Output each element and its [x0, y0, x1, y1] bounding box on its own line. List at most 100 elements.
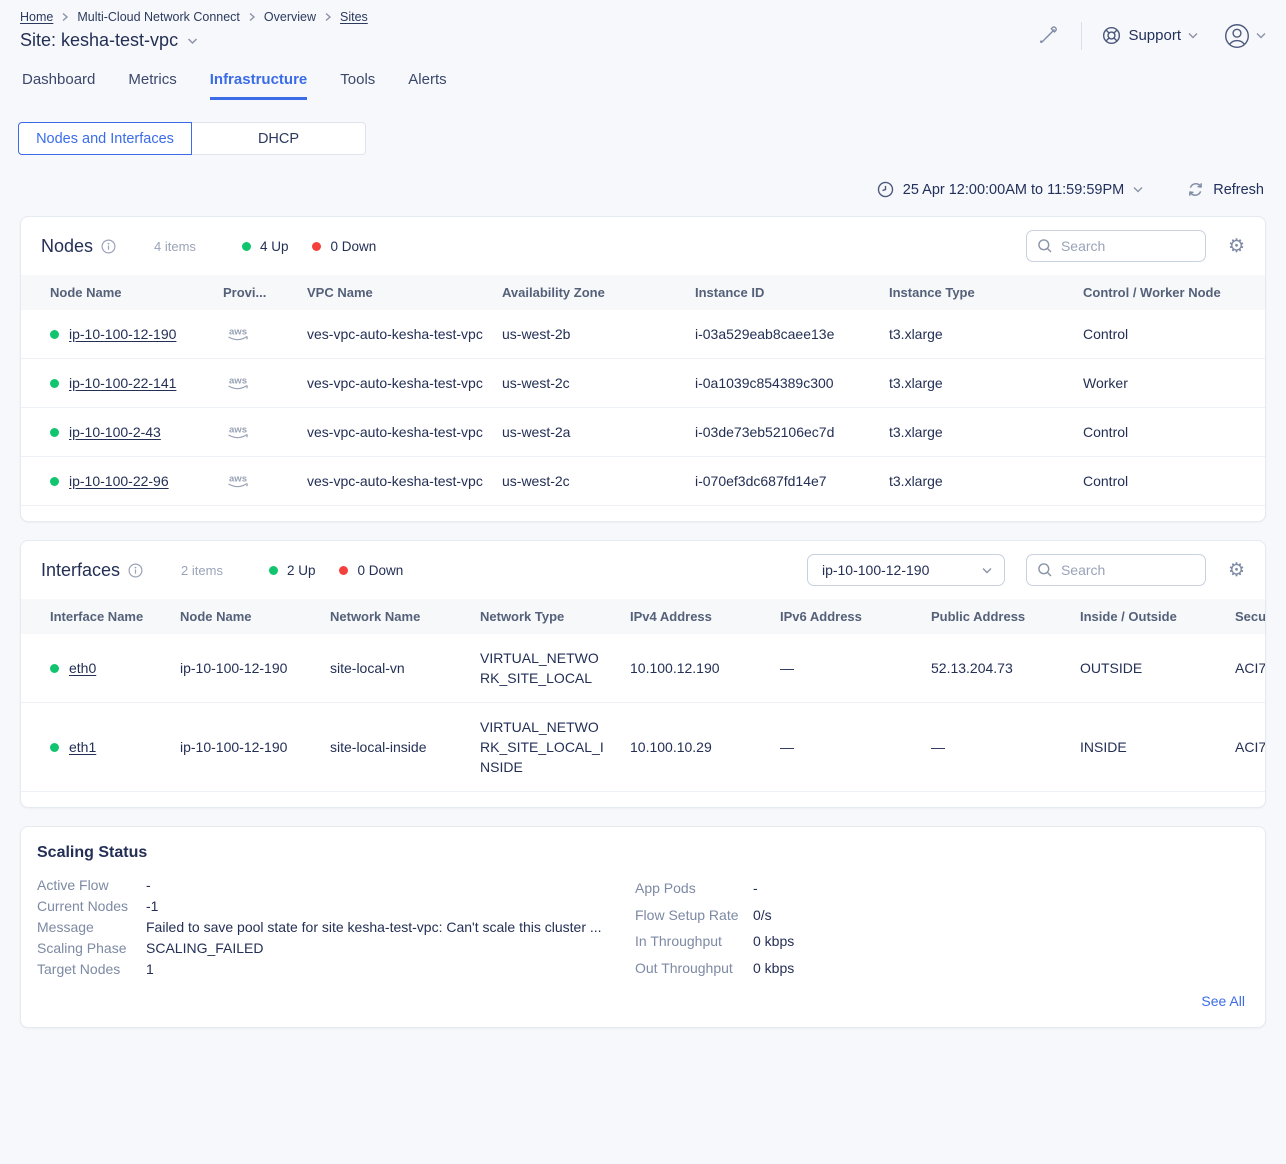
tab-infrastructure[interactable]: Infrastructure	[210, 71, 308, 100]
scaling-field: Out Throughput0 kbps	[635, 955, 794, 982]
public-address: 52.13.204.73	[931, 634, 1080, 703]
node-name: ip-10-100-12-190	[180, 703, 330, 792]
tab-dashboard[interactable]: Dashboard	[22, 71, 95, 100]
aws-logo-icon: aws	[223, 471, 307, 491]
ipv4-address: 10.100.10.29	[630, 703, 780, 792]
nodes-search-input[interactable]	[1061, 238, 1195, 254]
node-role: Control	[1083, 457, 1265, 506]
scaling-field: Current Nodes-1	[37, 896, 635, 917]
tab-metrics[interactable]: Metrics	[128, 71, 176, 100]
scaling-field: Active Flow-	[37, 875, 635, 896]
tab-tools[interactable]: Tools	[340, 71, 375, 100]
chevron-right-icon	[61, 12, 69, 22]
svg-text:aws: aws	[229, 425, 247, 436]
chevron-right-icon	[324, 12, 332, 22]
scaling-status-title: Scaling Status	[37, 844, 1245, 862]
interface-link[interactable]: eth0	[69, 660, 96, 676]
ipv4-address: 10.100.12.190	[630, 634, 780, 703]
chevron-right-icon	[248, 12, 256, 22]
inside-outside: INSIDE	[1080, 703, 1235, 792]
search-icon	[1037, 562, 1053, 578]
col-availability-zone: Availability Zone	[502, 275, 695, 310]
chevron-down-icon	[982, 567, 992, 574]
breadcrumb-overview: Overview	[264, 10, 316, 24]
clock-icon	[877, 181, 894, 198]
gear-icon[interactable]: ⚙	[1228, 561, 1245, 580]
info-icon[interactable]	[128, 563, 143, 578]
node-link[interactable]: ip-10-100-12-190	[69, 326, 176, 342]
search-icon	[1037, 238, 1053, 254]
nodes-table-header: Node Name Provi... VPC Name Availability…	[21, 275, 1265, 310]
col-network-name: Network Name	[330, 599, 480, 634]
availability-zone: us-west-2c	[502, 359, 695, 408]
green-status-dot	[50, 330, 59, 339]
see-all-link[interactable]: See All	[1201, 993, 1245, 1009]
scaling-status-panel: Scaling Status Active Flow- Current Node…	[20, 826, 1266, 1028]
vpc-name: ves-vpc-auto-kesha-test-vpc	[307, 471, 483, 491]
page-title: Site: kesha-test-vpc	[20, 30, 178, 51]
instance-type: t3.xlarge	[889, 408, 1083, 457]
refresh-button[interactable]: Refresh	[1187, 181, 1264, 198]
info-icon[interactable]	[101, 239, 116, 254]
aws-logo-icon: aws	[223, 324, 307, 344]
col-node-name: Node Name	[180, 599, 330, 634]
chevron-down-icon	[1133, 186, 1143, 193]
green-status-dot	[242, 242, 251, 251]
nodes-table: Node Name Provi... VPC Name Availability…	[21, 275, 1265, 506]
interface-link[interactable]: eth1	[69, 739, 96, 755]
support-label: Support	[1128, 27, 1181, 44]
green-status-dot	[269, 566, 278, 575]
instance-id: i-0a1039c854389c300	[695, 359, 889, 408]
infrastructure-subtabs: Nodes and Interfaces DHCP	[18, 122, 366, 155]
table-row: ip-10-100-2-43 aws ves-vpc-auto-kesha-te…	[21, 408, 1265, 457]
breadcrumb-home[interactable]: Home	[20, 10, 53, 24]
nodes-title: Nodes	[41, 236, 93, 257]
inside-outside: OUTSIDE	[1080, 634, 1235, 703]
security-group: ACI7R	[1235, 703, 1265, 792]
node-link[interactable]: ip-10-100-22-96	[69, 473, 169, 489]
col-security: Securi	[1235, 599, 1265, 634]
col-ipv6-address: IPv6 Address	[780, 599, 931, 634]
red-status-dot	[339, 566, 348, 575]
table-row: eth1 ip-10-100-12-190 site-local-inside …	[21, 703, 1265, 792]
date-range-picker[interactable]: 25 Apr 12:00:00AM to 11:59:59PM	[877, 181, 1143, 198]
svg-text:aws: aws	[229, 327, 247, 338]
node-role: Control	[1083, 408, 1265, 457]
availability-zone: us-west-2b	[502, 310, 695, 359]
col-vpc-name: VPC Name	[307, 275, 502, 310]
interfaces-panel: Interfaces 2 items 2 Up 0 Down ip-10-100…	[20, 540, 1266, 808]
aws-logo-icon: aws	[223, 373, 307, 393]
interfaces-items-count: 2 items	[181, 563, 223, 578]
edit-pen-icon[interactable]	[1037, 25, 1059, 47]
breadcrumb-and-title: Home Multi-Cloud Network Connect Overvie…	[20, 10, 368, 51]
refresh-icon	[1187, 181, 1204, 198]
node-filter-select[interactable]: ip-10-100-12-190	[807, 554, 1005, 586]
col-provider: Provi...	[223, 275, 307, 310]
instance-id: i-070ef3dc687fd14e7	[695, 457, 889, 506]
nodes-items-count: 4 items	[154, 239, 196, 254]
instance-id: i-03de73eb52106ec7d	[695, 408, 889, 457]
col-inside-outside: Inside / Outside	[1080, 599, 1235, 634]
subtab-nodes-and-interfaces[interactable]: Nodes and Interfaces	[18, 122, 192, 155]
table-row: ip-10-100-22-96 aws ves-vpc-auto-kesha-t…	[21, 457, 1265, 506]
breadcrumb: Home Multi-Cloud Network Connect Overvie…	[20, 10, 368, 24]
green-status-dot	[50, 428, 59, 437]
interfaces-title: Interfaces	[41, 560, 120, 581]
scaling-field: Scaling PhaseSCALING_FAILED	[37, 938, 635, 959]
breadcrumb-sites[interactable]: Sites	[340, 10, 368, 24]
support-menu[interactable]: Support	[1102, 26, 1198, 45]
node-link[interactable]: ip-10-100-22-141	[69, 375, 176, 391]
gear-icon[interactable]: ⚙	[1228, 237, 1245, 256]
table-row: eth0 ip-10-100-12-190 site-local-vn VIRT…	[21, 634, 1265, 703]
tab-alerts[interactable]: Alerts	[408, 71, 446, 100]
table-row: ip-10-100-22-141 aws ves-vpc-auto-kesha-…	[21, 359, 1265, 408]
node-link[interactable]: ip-10-100-2-43	[69, 424, 161, 440]
col-instance-type: Instance Type	[889, 275, 1083, 310]
green-status-dot	[50, 379, 59, 388]
site-dropdown-chevron-icon[interactable]	[187, 37, 198, 45]
interfaces-up-count: 2 Up	[269, 563, 316, 578]
interfaces-search-input[interactable]	[1061, 562, 1195, 578]
account-menu[interactable]	[1224, 23, 1266, 49]
green-status-dot	[50, 743, 59, 752]
subtab-dhcp[interactable]: DHCP	[192, 122, 366, 155]
